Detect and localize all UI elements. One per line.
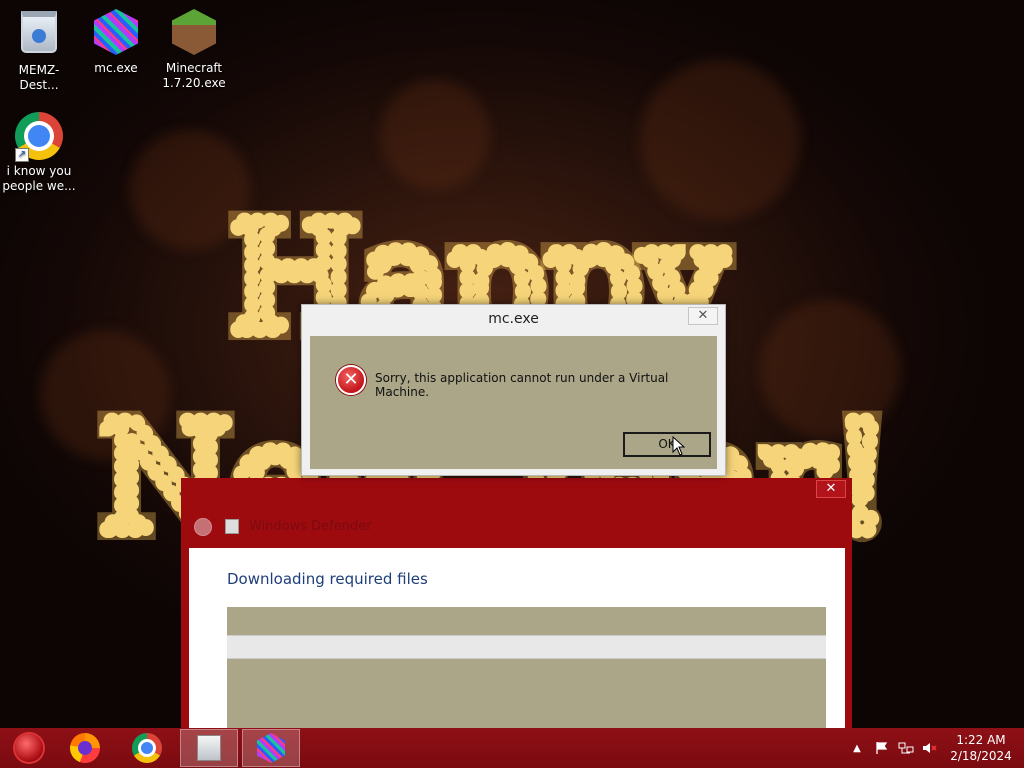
taskbar-mc-exe-window[interactable] — [242, 729, 300, 767]
desktop-icon-mc-exe[interactable]: mc.exe — [77, 8, 155, 76]
error-dialog: mc.exe ✕ ✕ Sorry, this application canno… — [301, 304, 726, 476]
desktop-icon-label: i know you people we... — [2, 164, 76, 193]
dialog-title: mc.exe — [488, 311, 539, 327]
installer-close-button[interactable]: ✕ — [816, 480, 846, 498]
clock-date: 2/18/2024 — [950, 749, 1012, 763]
clock-time: 1:22 AM — [956, 733, 1006, 747]
ok-button[interactable]: OK — [623, 432, 711, 457]
app-icon — [225, 519, 239, 534]
minecraft-grass-block-icon — [170, 9, 218, 57]
glitch-cube-icon — [92, 9, 140, 57]
window-dot-icon — [194, 518, 212, 536]
taskbar-chrome[interactable] — [118, 729, 176, 767]
error-icon: ✕ — [336, 365, 366, 395]
desktop-icon-label: mc.exe — [94, 61, 138, 75]
taskbar: ▲ 1:22 AM 2/18/2024 — [0, 728, 1024, 768]
system-clock[interactable]: 1:22 AM 2/18/2024 — [944, 732, 1018, 764]
wallpaper-bokeh — [380, 80, 490, 190]
dialog-message: Sorry, this application cannot run under… — [375, 371, 669, 399]
desktop-icon-label: MEMZ-Dest... — [18, 63, 60, 92]
firefox-icon — [70, 733, 100, 763]
recycle-bin-icon — [15, 11, 63, 59]
setup-icon — [197, 735, 221, 761]
start-orb-icon — [15, 734, 43, 762]
network-icon[interactable] — [896, 728, 916, 768]
glitch-cube-icon — [257, 733, 285, 763]
shortcut-arrow-icon: ↗ — [15, 148, 29, 162]
desktop-icon-memz[interactable]: MEMZ-Dest... — [0, 8, 78, 93]
download-progress-bar — [227, 635, 826, 659]
start-button[interactable] — [0, 729, 58, 767]
action-center-flag-icon[interactable] — [872, 728, 892, 768]
desktop-icon-minecraft[interactable]: Minecraft 1.7.20.exe — [155, 8, 233, 91]
chrome-icon: ↗ — [15, 112, 63, 162]
installer-content: Downloading required files — [189, 548, 845, 738]
installer-heading: Downloading required files — [227, 570, 428, 588]
installer-window: ✕ Windows Defender Downloading required … — [181, 478, 852, 738]
volume-muted-icon[interactable] — [920, 728, 940, 768]
dialog-close-button[interactable]: ✕ — [688, 307, 718, 325]
taskbar-installer-window[interactable] — [180, 729, 238, 767]
wallpaper-bokeh — [640, 60, 800, 220]
taskbar-firefox[interactable] — [56, 729, 114, 767]
dialog-body: ✕ Sorry, this application cannot run und… — [310, 336, 717, 469]
desktop-icon-chrome-shortcut[interactable]: ↗ i know you people we... — [0, 112, 78, 194]
chrome-icon — [132, 733, 162, 763]
mouse-cursor-icon — [672, 436, 686, 456]
desktop-icon-label: Minecraft 1.7.20.exe — [162, 61, 226, 90]
installer-title: Windows Defender — [249, 519, 372, 534]
show-hidden-icons-button[interactable]: ▲ — [848, 728, 866, 768]
installer-panel — [227, 607, 826, 738]
